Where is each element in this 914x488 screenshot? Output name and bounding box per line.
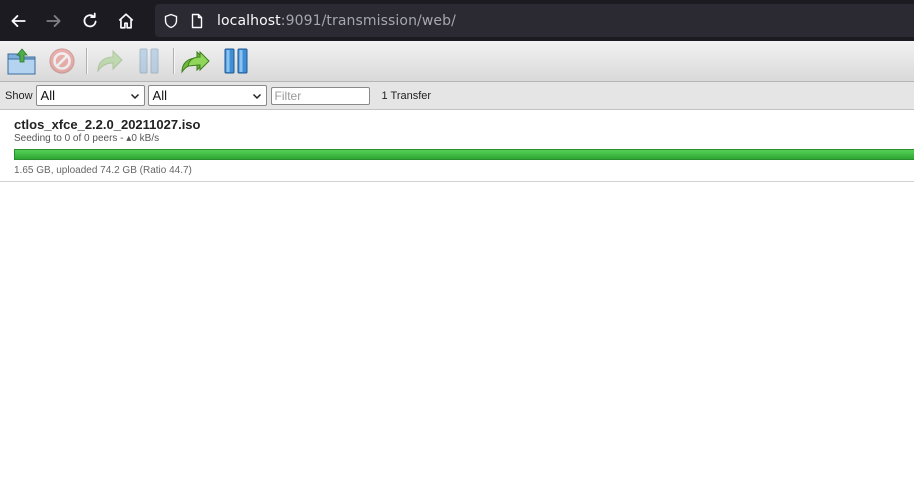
torrent-progress-details: 1.65 GB, uploaded 74.2 GB (Ratio 44.7) bbox=[14, 165, 192, 176]
browser-toolbar: localhost:9091/transmission/web/ bbox=[0, 0, 914, 41]
remove-icon bbox=[49, 48, 75, 74]
folder-open-icon bbox=[7, 48, 36, 75]
transmission-toolbar bbox=[0, 41, 914, 82]
shield-icon[interactable] bbox=[163, 13, 179, 29]
filter-input[interactable]: Filter bbox=[270, 86, 370, 105]
url-host: localhost bbox=[217, 12, 281, 29]
torrent-list: ctlos_xfce_2.2.0_20211027.iso Seeding to… bbox=[0, 110, 914, 182]
chevron-down-icon bbox=[252, 93, 261, 99]
transfer-count: 1 Transfer bbox=[381, 89, 432, 102]
chevron-down-icon bbox=[130, 93, 139, 99]
torrent-name: ctlos_xfce_2.2.0_20211027.iso bbox=[14, 117, 201, 132]
resume-all-icon bbox=[181, 50, 210, 74]
tracker-filter-select[interactable]: All bbox=[147, 85, 267, 106]
show-label: Show bbox=[5, 89, 33, 102]
forward-button[interactable] bbox=[36, 0, 72, 41]
filter-placeholder: Filter bbox=[274, 88, 302, 103]
tracker-filter-value: All bbox=[152, 88, 167, 103]
back-button[interactable] bbox=[0, 0, 36, 41]
pause-all-button[interactable] bbox=[218, 44, 254, 78]
resume-torrent-button[interactable] bbox=[91, 44, 127, 78]
toolbar-separator bbox=[86, 48, 87, 74]
resume-icon bbox=[97, 49, 123, 73]
url-bar[interactable]: localhost:9091/transmission/web/ bbox=[155, 4, 914, 37]
forward-arrow-icon bbox=[46, 14, 61, 27]
url-path: :9091/transmission/web/ bbox=[280, 12, 456, 29]
progress-bar bbox=[14, 149, 914, 160]
home-button[interactable] bbox=[108, 0, 144, 41]
torrent-row[interactable]: ctlos_xfce_2.2.0_20211027.iso Seeding to… bbox=[0, 110, 914, 182]
url-text[interactable]: localhost:9091/transmission/web/ bbox=[217, 13, 456, 29]
back-arrow-icon bbox=[11, 14, 26, 27]
state-filter-value: All bbox=[40, 88, 55, 103]
page-icon[interactable] bbox=[189, 13, 205, 29]
pause-torrent-button[interactable] bbox=[131, 44, 167, 78]
reload-icon bbox=[83, 12, 97, 27]
remove-torrent-button[interactable] bbox=[44, 44, 80, 78]
reload-button[interactable] bbox=[72, 0, 108, 41]
pause-all-icon bbox=[224, 48, 248, 74]
toolbar-separator bbox=[173, 48, 174, 74]
resume-all-button[interactable] bbox=[178, 44, 214, 78]
pause-icon bbox=[139, 48, 159, 74]
filter-bar: Show All All Filter 1 Transfer bbox=[0, 82, 914, 110]
home-icon bbox=[118, 12, 134, 29]
state-filter-select[interactable]: All bbox=[35, 85, 145, 106]
torrent-peers: Seeding to 0 of 0 peers - ▴0 kB/s bbox=[14, 133, 160, 144]
open-torrent-button[interactable] bbox=[4, 44, 40, 78]
